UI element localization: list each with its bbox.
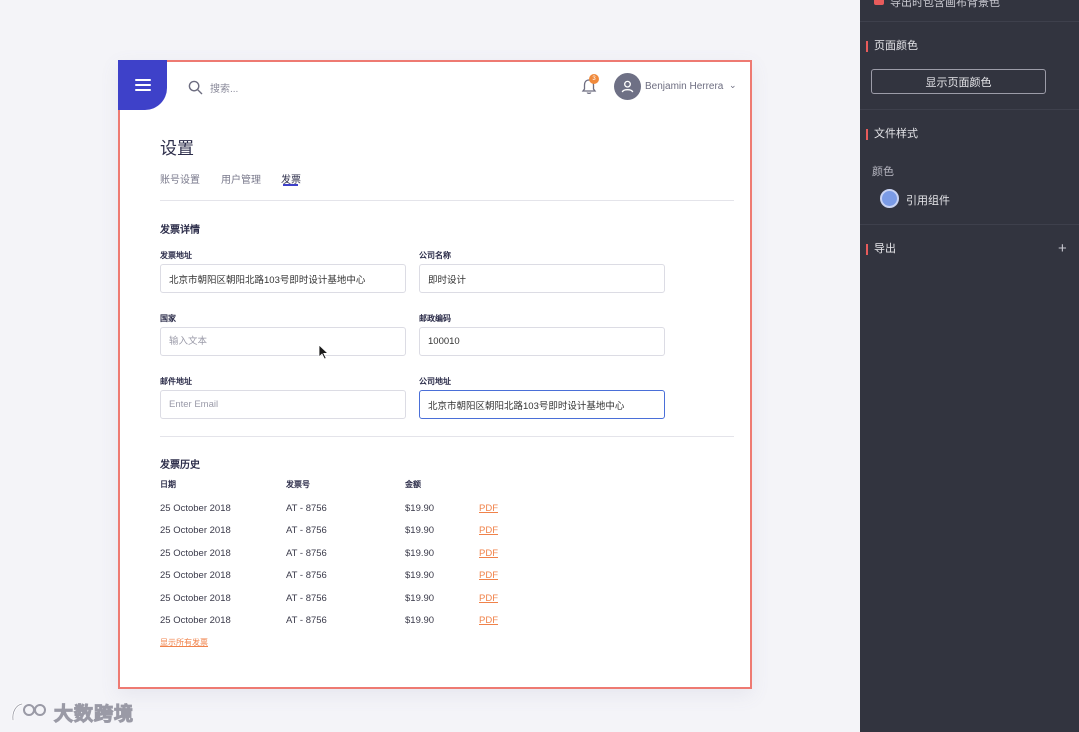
postal-code-field[interactable] (419, 327, 665, 356)
add-export-button[interactable]: + (1058, 240, 1067, 257)
watermark: 大数跨境 (10, 698, 134, 726)
page-color-title: 页面颜色 (866, 41, 918, 52)
mail-address-label: 邮件地址 (160, 377, 192, 386)
avatar[interactable] (614, 73, 641, 100)
cell-amount: $19.90 (405, 615, 435, 626)
cell-amount: $19.90 (405, 570, 435, 581)
pdf-download-link[interactable]: PDF (479, 570, 498, 581)
cell-amount: $19.90 (405, 593, 435, 604)
invoice-details-title: 发票详情 (160, 225, 200, 236)
tab-account-settings[interactable]: 账号设置 (160, 171, 200, 186)
chevron-down-icon[interactable]: ⌄ (729, 80, 737, 91)
cell-date: 25 October 2018 (160, 548, 231, 559)
cell-date: 25 October 2018 (160, 593, 231, 604)
divider (160, 436, 734, 437)
swatch-label[interactable]: 引用组件 (906, 192, 950, 208)
export-title: 导出 (866, 244, 896, 255)
color-swatch[interactable] (880, 189, 899, 208)
invoice-address-label: 发票地址 (160, 251, 192, 260)
menu-button[interactable] (118, 60, 167, 110)
pdf-download-link[interactable]: PDF (479, 503, 498, 514)
cell-date: 25 October 2018 (160, 503, 231, 514)
country-label: 国家 (160, 314, 176, 323)
watermark-text: 大数跨境 (53, 703, 135, 725)
cell-invoice-number: AT - 8756 (286, 593, 327, 604)
cell-invoice-number: AT - 8756 (286, 503, 327, 514)
show-all-invoices-link[interactable]: 显示所有发票 (160, 637, 208, 648)
cell-amount: $19.90 (405, 525, 435, 536)
show-page-color-button[interactable]: 显示页面颜色 (871, 69, 1046, 94)
color-label: 颜色 (872, 166, 894, 178)
user-name[interactable]: Benjamin Herrera (645, 81, 723, 92)
company-address-field[interactable] (419, 390, 665, 419)
invoice-history-title: 发票历史 (160, 460, 200, 471)
hamburger-icon (134, 79, 151, 91)
panel-divider (860, 224, 1079, 225)
cell-invoice-number: AT - 8756 (286, 548, 327, 559)
column-header-amount: 金额 (405, 480, 421, 489)
column-header-date: 日期 (160, 480, 176, 489)
properties-panel: 导出时包含画布背景色 页面颜色 显示页面颜色 文件样式 颜色 引用组件 导出 + (860, 0, 1079, 732)
panel-divider (860, 109, 1079, 110)
divider (160, 200, 734, 201)
cell-invoice-number: AT - 8756 (286, 570, 327, 581)
search-icon (188, 80, 203, 95)
company-name-label: 公司名称 (419, 251, 451, 260)
pdf-download-link[interactable]: PDF (479, 593, 498, 604)
settings-artboard: 3 Benjamin Herrera ⌄ 设置 账号设置 用户管理 发票 发票详… (118, 60, 752, 689)
checkbox-icon[interactable] (874, 0, 884, 5)
user-icon (621, 80, 634, 93)
panel-top-item[interactable]: 导出时包含画布背景色 (860, 0, 1079, 22)
pdf-download-link[interactable]: PDF (479, 615, 498, 626)
active-tab-indicator (283, 184, 298, 186)
cell-invoice-number: AT - 8756 (286, 525, 327, 536)
page-title: 设置 (160, 139, 194, 158)
cell-date: 25 October 2018 (160, 570, 231, 581)
cell-date: 25 October 2018 (160, 615, 231, 626)
company-name-field[interactable] (419, 264, 665, 293)
text-style-title: 文件样式 (866, 129, 918, 140)
cell-amount: $19.90 (405, 548, 435, 559)
email-field[interactable] (160, 390, 406, 419)
search-input[interactable] (210, 81, 390, 97)
company-address-label: 公司地址 (419, 377, 451, 386)
tab-user-management[interactable]: 用户管理 (221, 171, 261, 186)
pdf-download-link[interactable]: PDF (479, 525, 498, 536)
cell-date: 25 October 2018 (160, 525, 231, 536)
postal-code-label: 邮政编码 (419, 314, 451, 323)
pdf-download-link[interactable]: PDF (479, 548, 498, 559)
include-background-label: 导出时包含画布背景色 (890, 0, 1000, 9)
mouse-cursor-icon (318, 344, 330, 360)
notification-badge: 3 (589, 74, 599, 84)
cell-amount: $19.90 (405, 503, 435, 514)
column-header-number: 发票号 (286, 480, 310, 489)
watermark-logo-icon (11, 702, 46, 722)
invoice-address-field[interactable] (160, 264, 406, 293)
country-field[interactable] (160, 327, 406, 356)
cell-invoice-number: AT - 8756 (286, 615, 327, 626)
